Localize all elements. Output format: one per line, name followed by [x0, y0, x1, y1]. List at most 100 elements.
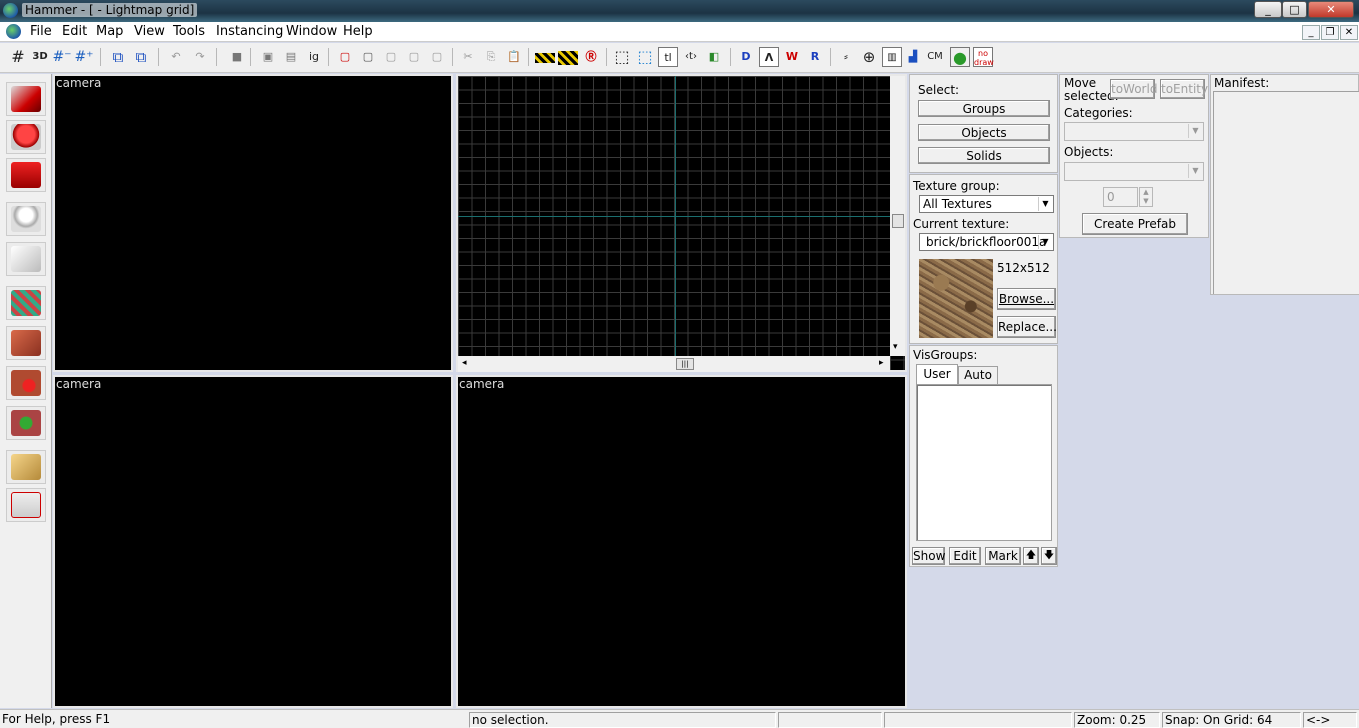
vertex-tool-icon[interactable] — [6, 488, 46, 522]
hide-unselected-icon[interactable]: ▢ — [358, 47, 378, 67]
menu-instancing[interactable]: Instancing — [216, 24, 283, 39]
spinner-icon[interactable]: ▲ ▼ — [1139, 187, 1153, 207]
camera-viewport-bottom-right[interactable]: camera — [456, 375, 907, 708]
tab-auto[interactable]: Auto — [958, 366, 998, 384]
scroll-right-icon[interactable]: ▸ — [879, 358, 884, 368]
to-entity-button[interactable]: toEntity — [1160, 79, 1208, 99]
decal-tool-icon[interactable] — [6, 366, 46, 400]
texture-group-dropdown[interactable]: All Textures ▼ — [919, 195, 1054, 213]
carve-icon[interactable]: ■ — [227, 47, 247, 67]
visgroups-show-button[interactable]: Show — [912, 547, 945, 565]
entity-icon[interactable]: ▟ — [903, 47, 923, 67]
hammer-app-icon[interactable] — [3, 3, 18, 18]
larger-grid-icon[interactable]: #⁺ — [74, 47, 94, 67]
grid-icon[interactable]: # — [8, 47, 28, 67]
cut-icon[interactable]: ✂ — [458, 47, 478, 67]
scroll-down-icon[interactable]: ▾ — [893, 342, 898, 352]
viewport-label[interactable]: camera — [459, 377, 504, 391]
ungroup-icon[interactable]: ⧉ — [131, 47, 151, 67]
chevron-down-icon[interactable]: ▼ — [1038, 235, 1052, 249]
entity-tool-icon[interactable] — [6, 202, 46, 236]
texture-preview[interactable] — [919, 259, 993, 338]
scroll-left-icon[interactable]: ◂ — [462, 358, 467, 368]
maximize-button[interactable]: □ — [1282, 1, 1307, 18]
copy-icon[interactable]: ⎘ — [481, 47, 501, 67]
close-window-button[interactable]: ✕ — [1308, 1, 1354, 18]
snap-icon[interactable]: ⸗ — [836, 47, 856, 67]
texture-application-icon[interactable] — [6, 286, 46, 320]
cubemap-icon[interactable]: CM — [925, 47, 945, 67]
nodraw-icon[interactable]: no draw — [973, 47, 994, 67]
create-prefab-button[interactable]: Create Prefab — [1082, 213, 1188, 235]
radius-culling-icon[interactable]: Ⓡ — [581, 47, 601, 67]
document-icon[interactable] — [6, 24, 21, 39]
magnify-tool-icon[interactable] — [6, 120, 46, 154]
undo-icon[interactable]: ↶ — [166, 47, 186, 67]
visgroups-edit-button[interactable]: Edit — [949, 547, 981, 565]
toggle-helpers-icon[interactable] — [535, 53, 555, 63]
camera-tool-icon[interactable] — [6, 158, 46, 192]
3d-wireframe-icon[interactable]: W — [782, 47, 802, 67]
3d-flat-icon[interactable]: R — [805, 47, 825, 67]
menu-tools[interactable]: Tools — [173, 24, 205, 39]
smaller-grid-icon[interactable]: #⁻ — [52, 47, 72, 67]
manifest-list[interactable] — [1213, 91, 1359, 294]
categories-dropdown[interactable]: ▼ — [1064, 122, 1204, 141]
cordon-icon[interactable]: ▥ — [882, 47, 902, 67]
block-tool-icon[interactable] — [6, 242, 46, 276]
browse-button[interactable]: Browse... — [997, 288, 1056, 310]
group-icon[interactable]: ⧉ — [108, 47, 128, 67]
flip-icon[interactable]: ◧ — [704, 47, 724, 67]
camera-viewport-bottom-left[interactable]: camera — [53, 375, 453, 708]
vertical-scroll-thumb[interactable] — [892, 214, 904, 228]
horizontal-scroll-thumb[interactable]: ||| — [676, 358, 694, 370]
chevron-down-icon[interactable]: ▼ — [1188, 124, 1202, 138]
hide-selected-icon[interactable]: ▢ — [335, 47, 355, 67]
viewport-label[interactable]: camera — [56, 76, 101, 90]
menu-map[interactable]: Map — [96, 24, 123, 39]
mdi-restore-button[interactable]: ❐ — [1321, 25, 1339, 40]
visgroup-icon[interactable]: ▢ — [427, 47, 447, 67]
hollow-icon[interactable]: ▣ — [258, 47, 278, 67]
apply-current-texture-icon[interactable] — [6, 326, 46, 360]
selection-box-icon[interactable]: ⬚ — [612, 47, 632, 67]
toggle-models-icon[interactable] — [558, 51, 578, 65]
replace-button[interactable]: Replace... — [997, 316, 1057, 338]
2d-grid-viewport[interactable]: ◂ ||| ▸ ▾ — [456, 74, 907, 372]
menu-help[interactable]: Help — [343, 24, 373, 39]
vertical-scrollbar[interactable]: ▾ — [890, 76, 905, 356]
run-map-icon[interactable]: ⊕ — [859, 47, 879, 67]
overlay-tool-icon[interactable] — [6, 406, 46, 440]
to-world-button[interactable]: toWorld — [1110, 79, 1157, 99]
camera-viewport-top-left[interactable]: camera — [53, 74, 453, 372]
clip-icon[interactable]: ▤ — [281, 47, 301, 67]
leaf-icon[interactable]: ● — [950, 47, 970, 67]
redo-icon[interactable]: ↷ — [190, 47, 210, 67]
chevron-down-icon[interactable]: ▼ — [1188, 164, 1202, 178]
3d-textured-icon[interactable]: Ʌ — [759, 47, 779, 67]
chevron-down-icon[interactable]: ▼ — [1038, 197, 1052, 211]
show-all-icon[interactable]: ▢ — [381, 47, 401, 67]
objects-dropdown[interactable]: ▼ — [1064, 162, 1204, 181]
paste-icon[interactable]: 📋 — [504, 47, 524, 67]
selection-tool-icon[interactable] — [6, 82, 46, 116]
visgroups-list[interactable] — [916, 384, 1052, 541]
select-groups-button[interactable]: Groups — [918, 100, 1050, 117]
viewport-label[interactable]: camera — [56, 377, 101, 391]
3d-grid-icon[interactable]: 3D — [30, 47, 50, 67]
tab-user[interactable]: User — [916, 364, 958, 384]
menu-view[interactable]: View — [134, 24, 165, 39]
select-solids-button[interactable]: Solids — [918, 147, 1050, 164]
select-objects-button[interactable]: Objects — [918, 124, 1050, 141]
cubemap-outline-icon[interactable]: ▢ — [404, 47, 424, 67]
menu-file[interactable]: File — [30, 24, 52, 39]
mdi-minimize-button[interactable]: _ — [1302, 25, 1320, 40]
texture-scale-lock-icon[interactable]: ‹t› — [681, 47, 701, 67]
prefab-count-input[interactable]: 0 — [1103, 187, 1138, 207]
move-up-icon[interactable]: 🡅 — [1023, 547, 1039, 565]
visgroups-mark-button[interactable]: Mark — [985, 547, 1021, 565]
current-texture-dropdown[interactable]: brick/brickfloor001a ▼ — [919, 233, 1054, 251]
move-down-icon[interactable]: 🡇 — [1041, 547, 1057, 565]
mdi-close-button[interactable]: ✕ — [1340, 25, 1358, 40]
horizontal-scrollbar[interactable]: ◂ ||| ▸ — [458, 356, 890, 372]
